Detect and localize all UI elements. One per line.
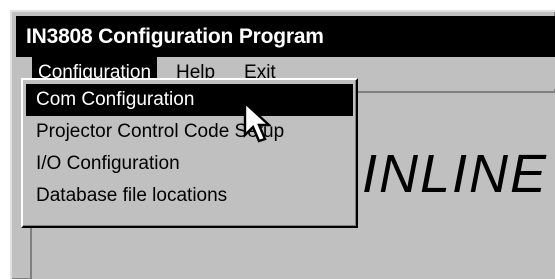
title-bar: IN3808 Configuration Program [16,16,555,57]
menu-item-io-configuration[interactable]: I/O Configuration [26,148,353,180]
menu-item-com-configuration[interactable]: Com Configuration [26,84,353,116]
arrow-pointer-icon [243,101,271,143]
menu-item-database-file-locations[interactable]: Database file locations [26,180,353,212]
window-title: IN3808 Configuration Program [26,25,324,48]
menu-item-projector-control-code-setup[interactable]: Projector Control Code Setup [26,116,353,148]
inline-logo: INLINE [362,144,549,204]
configuration-dropdown-menu: Com Configuration Projector Control Code… [21,78,358,228]
